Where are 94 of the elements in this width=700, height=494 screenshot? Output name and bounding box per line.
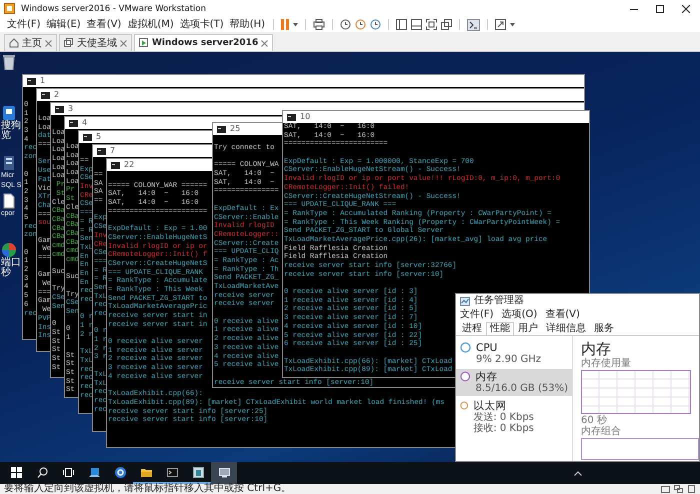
menu-item[interactable]: 虚拟机(M) (126, 18, 175, 30)
console-title: 1 (40, 76, 46, 86)
chart-label: 内存使用量 (581, 358, 632, 369)
task-view-icon (62, 466, 74, 478)
fit-icon[interactable] (426, 19, 438, 30)
icon-label: 搜狗 (1, 121, 21, 131)
close-icon[interactable] (682, 4, 690, 12)
fullscreen-icon[interactable] (495, 19, 506, 30)
server-icon[interactable] (1, 155, 17, 171)
menu-item[interactable]: 查看(V) (86, 18, 122, 30)
tab[interactable]: 详细信息 (542, 322, 590, 335)
console-icon (217, 126, 226, 132)
search-icon (36, 466, 48, 478)
menu-item[interactable]: 选项(O) (502, 308, 538, 320)
window-icon (192, 466, 204, 478)
console-title: 25 (230, 124, 240, 134)
console-title: 7 (110, 146, 116, 156)
console-icon (287, 114, 296, 120)
tab[interactable]: Windows server2016 (134, 34, 274, 51)
resource-detail: 发送: 0 Kbps (473, 412, 534, 423)
sidebar-icon[interactable] (396, 19, 408, 30)
copy-icon (64, 38, 74, 48)
tab[interactable]: 天使圣域 (59, 34, 132, 51)
console-title: 10 (300, 112, 310, 122)
tab[interactable]: 用户 (514, 322, 542, 335)
app-logo-icon (4, 3, 15, 14)
resource-detail: 8.5/16.0 GB (53%) (475, 383, 568, 394)
drive-icon (661, 485, 670, 493)
terminal-icon[interactable] (467, 18, 480, 30)
globe-icon[interactable] (1, 242, 17, 258)
taskbar-button[interactable] (211, 462, 237, 484)
clock-icon[interactable] (340, 19, 352, 30)
resource-name: 以太网 (473, 400, 508, 412)
resource-detail: 接收: 0 Kbps (473, 423, 534, 434)
console-icon (69, 120, 78, 126)
resource-item[interactable]: 以太网 发送: 0 Kbps 接收: 0 Kbps (456, 398, 572, 436)
menu-item[interactable]: 查看(V) (545, 308, 580, 320)
vm-icon (139, 38, 149, 48)
home-icon (9, 38, 19, 48)
start-icon (10, 466, 22, 478)
console-icon (111, 162, 120, 168)
menu-item[interactable]: 文件(F) (460, 308, 494, 320)
send-keys-icon[interactable] (313, 19, 326, 30)
menu-item[interactable]: 文件(F) (6, 18, 42, 30)
menu-item[interactable]: 帮助(H) (228, 18, 266, 30)
caret-icon[interactable] (293, 22, 298, 26)
tab[interactable]: 服务 (590, 322, 618, 335)
console-icon (27, 78, 36, 84)
clock-icon[interactable] (370, 19, 382, 30)
windows-icon[interactable] (441, 19, 452, 30)
task-manager-icon (460, 296, 470, 306)
chart-label: 内存组合 (581, 426, 622, 437)
menu-item[interactable]: 选项卡(T) (178, 18, 225, 30)
window-title: Windows server2016 - VMware Workstation (21, 4, 206, 14)
app-icon[interactable] (1, 105, 17, 121)
chevron-up-icon[interactable] (574, 470, 582, 476)
tab[interactable]: 主页 (4, 34, 57, 51)
status-message: 要将输入定向到该虚拟机，请将鼠标指针移入其中或按 Ctrl+G。 (4, 484, 292, 494)
menu-item[interactable]: 编辑(E) (46, 18, 82, 30)
icon-label: 览 (1, 131, 11, 141)
document-icon[interactable] (1, 193, 17, 209)
icon-label: 秒 (1, 268, 11, 278)
panel-icon[interactable] (411, 19, 422, 30)
device-icon (687, 485, 696, 493)
console-title: 22 (124, 160, 134, 170)
screen-icon (88, 466, 100, 478)
console-title: 4 (82, 118, 88, 128)
resource-name: 内存 (475, 371, 498, 383)
resource-name: CPU (476, 342, 498, 354)
icon-label: 端口 (1, 258, 21, 268)
caret-icon[interactable] (510, 22, 516, 26)
tab[interactable]: 性能 (486, 322, 514, 335)
console-icon (83, 134, 92, 140)
app-icon (114, 466, 126, 478)
folder-icon (140, 466, 152, 478)
monitor-icon (218, 466, 230, 478)
console-title: 2 (54, 90, 60, 100)
resource-item[interactable]: 内存 8.5/16.0 GB (53%) (456, 369, 572, 396)
maximize-icon[interactable] (656, 4, 664, 12)
console-icon (41, 92, 50, 98)
recycle-bin-icon[interactable] (1, 54, 17, 70)
resource-detail: 9% 2.90 GHz (476, 354, 542, 365)
console-title: 5 (96, 132, 102, 142)
window-title: 任务管理器 (474, 295, 524, 307)
console-icon (97, 148, 106, 154)
console-icon (55, 106, 64, 112)
axis-label: 60 秒 (581, 415, 608, 426)
console-title: 3 (68, 104, 74, 114)
network-icon (674, 485, 683, 493)
panel-heading: 内存 (581, 340, 612, 358)
tab[interactable]: 进程 (458, 322, 486, 335)
terminal-icon (166, 466, 178, 478)
resource-item[interactable]: CPU 9% 2.90 GHz (456, 340, 572, 367)
clock-icon[interactable] (355, 19, 366, 30)
